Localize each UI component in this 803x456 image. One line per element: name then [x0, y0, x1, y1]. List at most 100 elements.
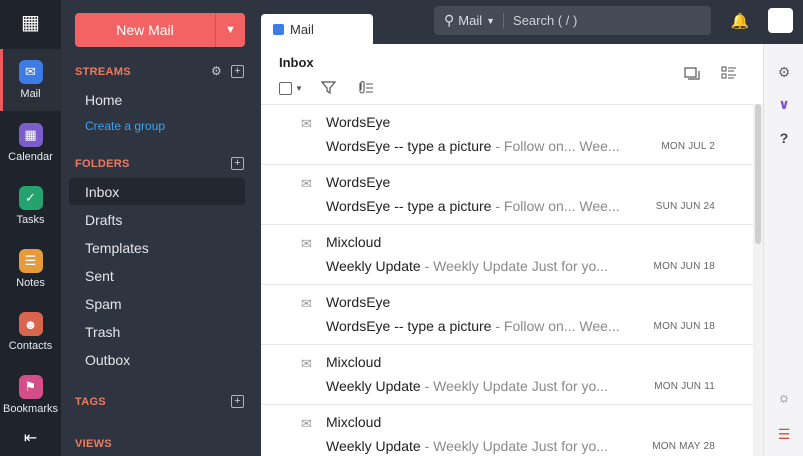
- email-date: MON MAY 28: [652, 441, 715, 452]
- app-label: Mail: [20, 88, 41, 100]
- feedback-chat-icon[interactable]: ☰: [764, 426, 803, 443]
- mail-icon: ✉: [18, 60, 43, 84]
- collapse-sidebar-icon[interactable]: ⇤: [0, 420, 61, 456]
- email-sender: WordsEye: [326, 174, 391, 190]
- envelope-open-icon: ✉: [301, 236, 312, 251]
- email-preview: - Follow on... Wee...: [491, 138, 620, 154]
- email-preview: - Weekly Update Just for yo...: [420, 438, 608, 454]
- email-subject: Weekly Update: [326, 258, 421, 274]
- email-subject: WordsEye -- type a picture: [326, 138, 492, 154]
- email-sender: Mixcloud: [326, 354, 382, 370]
- add-tag-icon[interactable]: +: [231, 395, 244, 408]
- app-mail[interactable]: ✉ Mail: [0, 49, 61, 111]
- app-label: Contacts: [8, 340, 53, 352]
- apps-rail: ▦ ✉ Mail ▦ Calendar ✓ Tasks ☰ Notes ☻ Co…: [0, 0, 61, 456]
- email-date: MON JUN 18: [653, 261, 715, 272]
- views-heading: VIEWS: [75, 438, 112, 450]
- email-summary: Weekly Update - Weekly Update Just for y…: [326, 258, 626, 274]
- sidebar-item-drafts[interactable]: Drafts: [69, 206, 245, 233]
- folder-sidebar: New Mail ▼ STREAMS ⚙ + Home Create a gro…: [61, 0, 261, 456]
- email-subject: Weekly Update: [326, 378, 421, 394]
- search-scope-select[interactable]: Mail ▼: [458, 13, 505, 28]
- avatar[interactable]: [768, 8, 793, 33]
- email-row[interactable]: ✉ WordsEye WordsEye -- type a picture - …: [261, 165, 753, 225]
- sidebar-item-trash[interactable]: Trash: [69, 318, 245, 345]
- email-sender: Mixcloud: [326, 234, 382, 250]
- search-icon: ⚲: [444, 12, 455, 28]
- bookmarks-icon: ⚑: [18, 375, 43, 399]
- zia-assistant-icon[interactable]: ∨: [764, 96, 803, 113]
- app-calendar[interactable]: ▦ Calendar: [0, 112, 61, 174]
- email-sender: Mixcloud: [326, 414, 382, 430]
- app-label: Calendar: [8, 151, 53, 163]
- add-stream-icon[interactable]: +: [231, 65, 244, 78]
- email-row[interactable]: ✉ WordsEye WordsEye -- type a picture - …: [261, 285, 753, 345]
- email-summary: Weekly Update - Weekly Update Just for y…: [326, 438, 626, 454]
- email-row[interactable]: ✉ Mixcloud Weekly Update - Weekly Update…: [261, 225, 753, 285]
- email-row[interactable]: ✉ Mixcloud Weekly Update - Weekly Update…: [261, 345, 753, 405]
- sidebar-item-inbox[interactable]: Inbox: [69, 178, 245, 205]
- email-row[interactable]: ✉ WordsEye WordsEye -- type a picture - …: [261, 105, 753, 165]
- email-subject: WordsEye -- type a picture: [326, 318, 492, 334]
- folders-heading: FOLDERS: [75, 158, 130, 170]
- settings-gear-icon[interactable]: ⚙: [764, 64, 803, 81]
- attachment-filter-icon[interactable]: [356, 80, 374, 95]
- new-mail-button[interactable]: New Mail ▼: [75, 13, 245, 47]
- checkbox-icon: [279, 82, 292, 95]
- email-list-scrollbar[interactable]: [753, 104, 763, 456]
- select-all-checkbox[interactable]: ▼: [279, 82, 303, 95]
- app-grid-icon[interactable]: ▦: [0, 0, 61, 44]
- email-date: MON JUN 11: [654, 381, 715, 392]
- create-group-link[interactable]: Create a group: [85, 119, 165, 133]
- mail-tab-icon: [273, 23, 284, 35]
- email-subject: WordsEye -- type a picture: [326, 198, 492, 214]
- email-sender: WordsEye: [326, 114, 391, 130]
- email-date: MON JUN 18: [653, 321, 715, 332]
- calendar-icon: ▦: [18, 123, 43, 147]
- app-bookmarks[interactable]: ⚑ Bookmarks: [0, 364, 61, 426]
- app-label: Notes: [16, 277, 45, 289]
- sidebar-item-spam[interactable]: Spam: [69, 290, 245, 317]
- search-input[interactable]: Search ( / ): [513, 13, 577, 28]
- chevron-down-icon[interactable]: ▼: [215, 13, 245, 47]
- sidebar-item-sent[interactable]: Sent: [69, 262, 245, 289]
- theme-toggle-icon[interactable]: ☼: [764, 389, 803, 405]
- stream-settings-icon[interactable]: ⚙: [211, 64, 222, 78]
- email-row[interactable]: ✉ Mixcloud Weekly Update - Weekly Update…: [261, 405, 753, 456]
- app-contacts[interactable]: ☻ Contacts: [0, 301, 61, 363]
- app-tasks[interactable]: ✓ Tasks: [0, 175, 61, 237]
- email-preview: - Follow on... Wee...: [491, 198, 620, 214]
- list-view-icon[interactable]: [721, 66, 737, 80]
- email-sender: WordsEye: [326, 294, 391, 310]
- reading-pane-icon[interactable]: [684, 66, 700, 80]
- tab-mail[interactable]: Mail: [261, 14, 373, 44]
- scrollbar-thumb[interactable]: [755, 104, 761, 244]
- sidebar-item-home[interactable]: Home: [69, 86, 245, 113]
- email-preview: - Weekly Update Just for yo...: [420, 258, 608, 274]
- sidebar-item-outbox[interactable]: Outbox: [69, 346, 245, 373]
- filter-icon[interactable]: [321, 80, 336, 95]
- notification-bell-icon[interactable]: 🔔: [730, 11, 750, 31]
- search-bar[interactable]: ⚲ Mail ▼ Search ( / ): [434, 6, 711, 35]
- sidebar-item-templates[interactable]: Templates: [69, 234, 245, 261]
- envelope-open-icon: ✉: [301, 296, 312, 311]
- email-subject: Weekly Update: [326, 438, 421, 454]
- new-mail-label[interactable]: New Mail: [75, 13, 215, 47]
- email-summary: WordsEye -- type a picture - Follow on..…: [326, 198, 626, 214]
- envelope-open-icon: ✉: [301, 176, 312, 191]
- notes-icon: ☰: [18, 249, 43, 273]
- help-icon[interactable]: ?: [764, 130, 803, 146]
- folder-title: Inbox: [279, 55, 314, 70]
- tab-label: Mail: [290, 21, 314, 37]
- app-label: Bookmarks: [2, 403, 59, 415]
- mail-list-panel: Inbox ▼ ✉ WordsEye WordsEye -- type a pi…: [261, 44, 763, 456]
- email-summary: WordsEye -- type a picture - Follow on..…: [326, 138, 626, 154]
- top-bar: Mail ⚲ Mail ▼ Search ( / ) 🔔: [261, 0, 803, 44]
- envelope-open-icon: ✉: [301, 116, 312, 131]
- app-notes[interactable]: ☰ Notes: [0, 238, 61, 300]
- email-preview: - Follow on... Wee...: [491, 318, 620, 334]
- email-preview: - Weekly Update Just for yo...: [420, 378, 608, 394]
- email-summary: Weekly Update - Weekly Update Just for y…: [326, 378, 626, 394]
- envelope-open-icon: ✉: [301, 356, 312, 371]
- add-folder-icon[interactable]: +: [231, 157, 244, 170]
